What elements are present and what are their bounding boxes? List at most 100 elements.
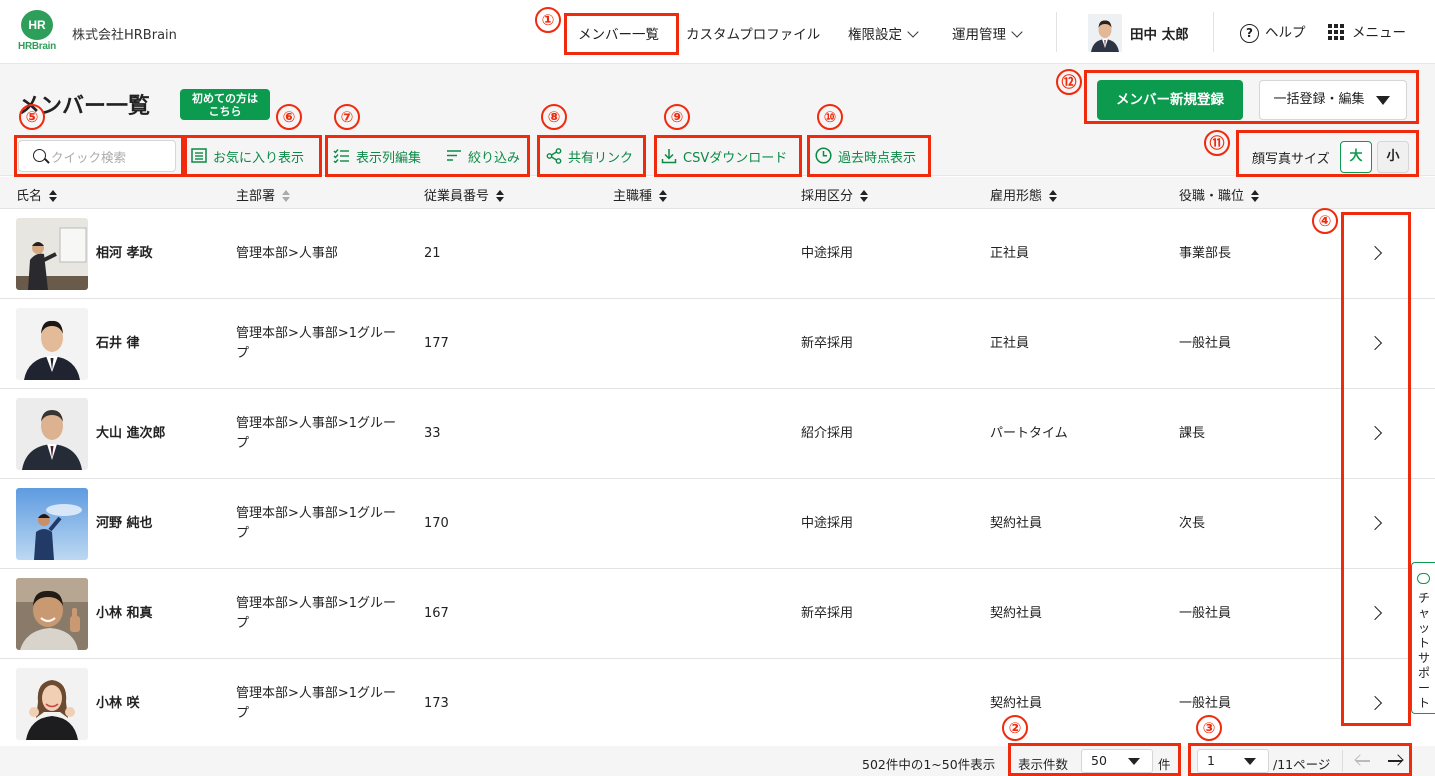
- member-name[interactable]: 相河 孝政: [96, 244, 153, 264]
- annotation-box-8: [537, 135, 646, 177]
- annotation-box-5: [14, 135, 184, 177]
- member-dept: 管理本部>人事部>1グループ: [236, 326, 397, 361]
- nav-permissions-label: 権限設定: [848, 27, 902, 43]
- member-dept: 管理本部>人事部>1グループ: [236, 686, 397, 721]
- member-hire-type: 新卒採用: [801, 606, 854, 621]
- member-employment: 正社員: [990, 246, 1030, 261]
- nav-permissions[interactable]: 権限設定: [848, 23, 919, 43]
- member-employment: 契約社員: [990, 696, 1043, 711]
- annotation-box-3: [1188, 743, 1412, 776]
- column-header-name[interactable]: 氏名: [16, 185, 58, 204]
- annotation-box-7: [325, 135, 530, 177]
- annotation-number-2: ②: [1002, 715, 1028, 741]
- member-emp-no: 33: [424, 426, 441, 441]
- member-emp-no: 21: [424, 246, 441, 261]
- grid-icon: [1328, 24, 1344, 40]
- member-role: 課長: [1179, 426, 1206, 441]
- annotation-box-1: [564, 13, 679, 55]
- nav-operations[interactable]: 運用管理: [952, 23, 1023, 43]
- table-row[interactable]: 相河 孝政 管理本部>人事部 21 中途採用 正社員 事業部長: [0, 209, 1435, 299]
- table-row[interactable]: 河野 純也 管理本部>人事部>1グループ 170 中途採用 契約社員 次長: [0, 479, 1435, 569]
- column-header-job[interactable]: 主職種: [613, 185, 668, 204]
- hrbrain-logo[interactable]: HR HRBrain: [16, 10, 58, 54]
- member-name[interactable]: 河野 純也: [96, 514, 153, 534]
- sort-icon: [1049, 189, 1058, 202]
- sort-icon: [282, 189, 291, 202]
- column-header-hire[interactable]: 採用区分: [801, 185, 869, 204]
- member-photo: [16, 488, 88, 560]
- header-divider: [1056, 12, 1057, 52]
- column-header-dept[interactable]: 主部署: [236, 185, 291, 204]
- member-emp-no: 170: [424, 516, 449, 531]
- logo-mark: HR: [21, 10, 53, 40]
- column-header-label: 採用区分: [801, 189, 854, 204]
- chat-support-label: チャットサポート: [1417, 591, 1430, 710]
- annotation-number-4: ④: [1312, 208, 1338, 234]
- member-emp-no: 177: [424, 336, 449, 351]
- member-role: 一般社員: [1179, 336, 1232, 351]
- member-role: 事業部長: [1179, 246, 1232, 261]
- user-name[interactable]: 田中 太郎: [1130, 23, 1189, 43]
- member-hire-type: 中途採用: [801, 246, 854, 261]
- member-dept: 管理本部>人事部>1グループ: [236, 596, 397, 631]
- help-label: ヘルプ: [1265, 25, 1306, 41]
- help-link[interactable]: ? ヘルプ: [1240, 21, 1306, 43]
- member-photo: [16, 218, 88, 290]
- member-name[interactable]: 大山 進次郎: [96, 424, 166, 444]
- column-header-emp-no[interactable]: 従業員番号: [424, 185, 505, 204]
- member-photo: [16, 398, 88, 470]
- sort-icon: [1251, 189, 1260, 202]
- column-header-form[interactable]: 雇用形態: [990, 185, 1058, 204]
- first-time-line1: 初めての方は: [192, 92, 258, 105]
- annotation-number-10: ⑩: [817, 104, 843, 130]
- member-name[interactable]: 石井 律: [96, 334, 140, 354]
- annotation-number-1: ①: [535, 7, 561, 33]
- annotation-box-10: [807, 135, 931, 177]
- annotation-box-2: [1008, 743, 1181, 776]
- annotation-number-11: ⑪: [1204, 130, 1230, 156]
- column-header-label: 主部署: [236, 189, 276, 204]
- chat-support-tab[interactable]: チャットサポート: [1411, 562, 1435, 714]
- member-role: 一般社員: [1179, 606, 1232, 621]
- member-emp-no: 173: [424, 696, 449, 711]
- member-employment: 契約社員: [990, 606, 1043, 621]
- member-employment: 正社員: [990, 336, 1030, 351]
- member-name[interactable]: 小林 和真: [96, 604, 153, 624]
- column-header-role[interactable]: 役職・職位: [1179, 185, 1260, 204]
- sort-icon: [860, 189, 869, 202]
- member-hire-type: 中途採用: [801, 516, 854, 531]
- annotation-box-6: [184, 135, 322, 177]
- table-row[interactable]: 小林 和真 管理本部>人事部>1グループ 167 新卒採用 契約社員 一般社員: [0, 569, 1435, 659]
- chevron-down-icon: [1011, 26, 1023, 38]
- annotation-box-11: [1236, 130, 1419, 177]
- column-header-label: 従業員番号: [424, 189, 490, 204]
- annotation-number-9: ⑨: [664, 104, 690, 130]
- annotation-number-7: ⑦: [334, 104, 360, 130]
- member-name[interactable]: 小林 咲: [96, 694, 140, 714]
- app-header: HR HRBrain 株式会社HRBrain メンバー一覧 カスタムプロファイル…: [0, 0, 1435, 64]
- member-employment: 契約社員: [990, 516, 1043, 531]
- sort-icon: [49, 189, 58, 202]
- company-name: 株式会社HRBrain: [72, 28, 177, 43]
- app-menu-button[interactable]: メニュー: [1328, 21, 1406, 41]
- column-header-label: 役職・職位: [1179, 189, 1245, 204]
- table-row[interactable]: 大山 進次郎 管理本部>人事部>1グループ 33 紹介採用 パートタイム 課長: [0, 389, 1435, 479]
- member-photo: [16, 308, 88, 380]
- result-count: 502件中の1~50件表示: [862, 757, 996, 772]
- nav-custom-profile[interactable]: カスタムプロファイル: [686, 23, 820, 43]
- sort-icon: [659, 189, 668, 202]
- logo-text: HRBrain: [18, 41, 56, 52]
- table-row[interactable]: 石井 律 管理本部>人事部>1グループ 177 新卒採用 正社員 一般社員: [0, 299, 1435, 389]
- annotation-box-12: [1084, 70, 1419, 124]
- user-avatar[interactable]: [1088, 14, 1122, 52]
- member-photo: [16, 668, 88, 740]
- menu-label: メニュー: [1352, 25, 1406, 41]
- first-time-guide-button[interactable]: 初めての方は こちら: [180, 89, 270, 120]
- nav-operations-label: 運用管理: [952, 27, 1006, 43]
- table-row[interactable]: 小林 咲 管理本部>人事部>1グループ 173 契約社員 一般社員: [0, 659, 1435, 749]
- header-divider: [1213, 12, 1214, 52]
- member-dept: 管理本部>人事部: [236, 246, 338, 261]
- member-employment: パートタイム: [990, 426, 1068, 441]
- member-hire-type: 新卒採用: [801, 336, 854, 351]
- annotation-number-6: ⑥: [276, 104, 302, 130]
